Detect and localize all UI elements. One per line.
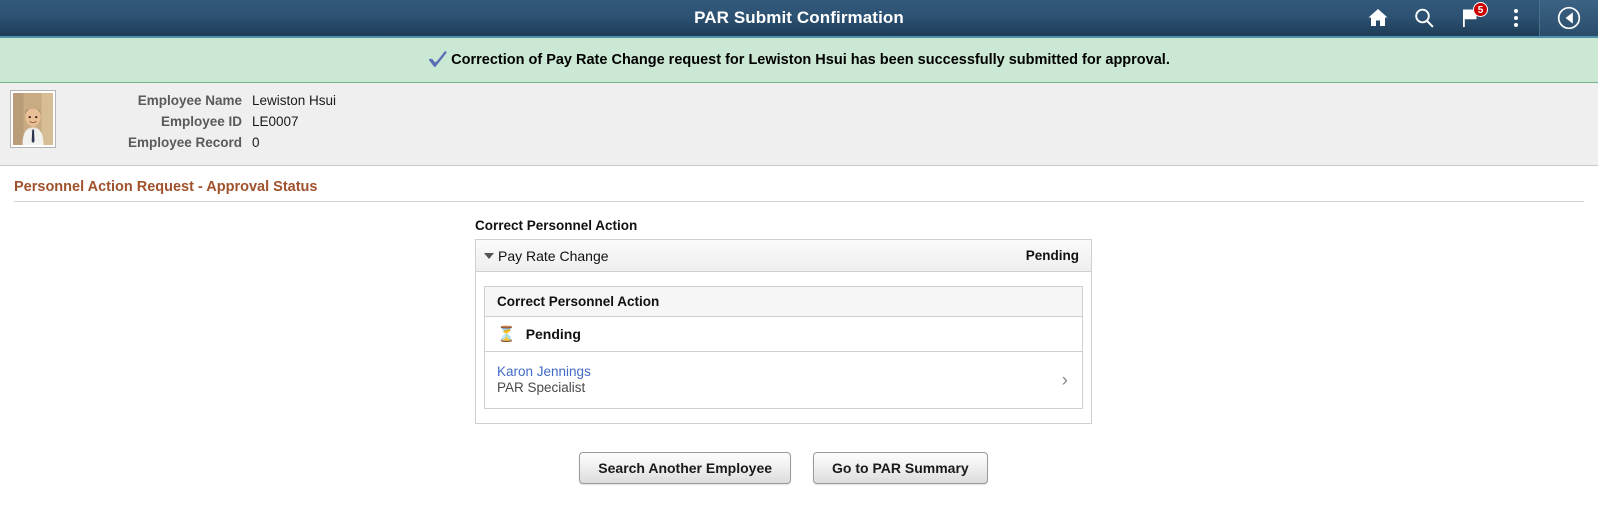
- section-heading-text: Personnel Action Request - Approval Stat…: [14, 179, 317, 195]
- go-to-par-summary-button[interactable]: Go to PAR Summary: [813, 452, 988, 484]
- approval-stage-card: Correct Personnel Action ⏳ Pending Karon…: [484, 286, 1083, 409]
- employee-name-value: Lewiston Hsui: [252, 93, 336, 108]
- approval-stage-status-text: Pending: [526, 326, 581, 342]
- navigator-icon[interactable]: [1539, 0, 1598, 36]
- approval-stage-status-row: ⏳ Pending: [485, 317, 1082, 352]
- search-icon[interactable]: [1401, 0, 1447, 36]
- checkmark-icon: [428, 50, 448, 70]
- employee-name-row: Employee Name Lewiston Hsui: [82, 93, 336, 114]
- approval-stage-title: Correct Personnel Action: [485, 287, 1082, 317]
- employee-record-row: Employee Record 0: [82, 135, 336, 156]
- approval-panel-wrapper: Correct Personnel Action Pay Rate Change…: [475, 218, 1092, 484]
- employee-fields: Employee Name Lewiston Hsui Employee ID …: [82, 93, 336, 156]
- approver-row[interactable]: Karon Jennings PAR Specialist ›: [485, 352, 1082, 408]
- employee-photo: [13, 93, 53, 145]
- employee-photo-frame: [10, 90, 56, 148]
- employee-id-row: Employee ID LE0007: [82, 114, 336, 135]
- search-another-employee-button[interactable]: Search Another Employee: [579, 452, 791, 484]
- action-button-row: Search Another Employee Go to PAR Summar…: [475, 452, 1092, 484]
- approval-panel: Pay Rate Change Pending Correct Personne…: [475, 239, 1092, 424]
- home-icon[interactable]: [1355, 0, 1401, 36]
- hourglass-icon: ⏳: [497, 327, 516, 342]
- collapse-triangle-icon[interactable]: [484, 253, 494, 259]
- employee-record-label: Employee Record: [82, 135, 252, 150]
- employee-id-label: Employee ID: [82, 114, 252, 129]
- approver-info: Karon Jennings PAR Specialist: [497, 364, 1062, 396]
- employee-record-value: 0: [252, 135, 260, 150]
- approval-panel-header-status: Pending: [1026, 248, 1079, 263]
- notification-badge: 5: [1473, 2, 1488, 17]
- approval-panel-header-title: Pay Rate Change: [498, 248, 1026, 264]
- approver-role: PAR Specialist: [497, 380, 1062, 396]
- approval-panel-header[interactable]: Pay Rate Change Pending: [476, 240, 1091, 272]
- chevron-right-icon[interactable]: ›: [1062, 371, 1070, 390]
- kebab-menu-icon[interactable]: [1493, 0, 1539, 36]
- employee-info-strip: Employee Name Lewiston Hsui Employee ID …: [0, 83, 1598, 166]
- approval-panel-caption: Correct Personnel Action: [475, 218, 1092, 233]
- employee-name-label: Employee Name: [82, 93, 252, 108]
- confirmation-message: Correction of Pay Rate Change request fo…: [451, 52, 1170, 68]
- kebab-dots: [1514, 9, 1518, 27]
- section-heading: Personnel Action Request - Approval Stat…: [14, 166, 1584, 202]
- notification-flag-icon[interactable]: 5: [1447, 0, 1493, 36]
- confirmation-banner-inner: Correction of Pay Rate Change request fo…: [428, 50, 1170, 70]
- header-icon-group: 5: [1355, 0, 1598, 36]
- app-header: PAR Submit Confirmation 5: [0, 0, 1598, 38]
- approver-name-link[interactable]: Karon Jennings: [497, 364, 1062, 380]
- confirmation-banner: Correction of Pay Rate Change request fo…: [0, 38, 1598, 83]
- employee-id-value: LE0007: [252, 114, 299, 129]
- approval-panel-body: Correct Personnel Action ⏳ Pending Karon…: [476, 272, 1091, 423]
